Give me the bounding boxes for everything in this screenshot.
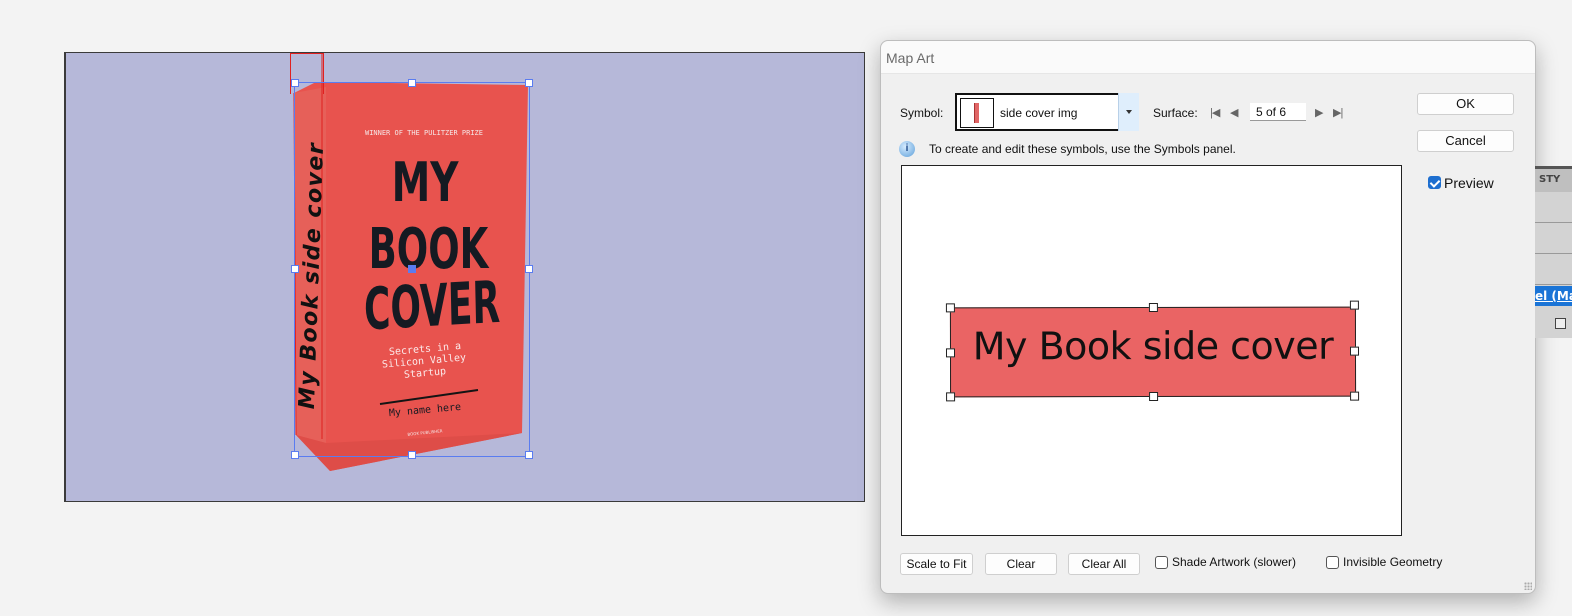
art-handle-middle-right[interactable] [1349, 346, 1360, 356]
art-handle-top-right[interactable] [1349, 300, 1359, 310]
invisible-geometry-checkbox[interactable] [1326, 556, 1339, 569]
scale-to-fit-button[interactable]: Scale to Fit [900, 553, 973, 575]
artboard[interactable]: My Book side cover WINNER OF THE PULITZE… [64, 52, 865, 502]
shade-artwork-label: Shade Artwork (slower) [1172, 555, 1297, 569]
preview-label: Preview [1444, 175, 1494, 191]
prev-surface-icon[interactable]: ◀ [1230, 106, 1239, 119]
art-handle-top-center[interactable] [1148, 302, 1158, 313]
invisible-geometry-label: Invisible Geometry [1343, 555, 1443, 569]
art-handle-bottom-center[interactable] [1149, 391, 1159, 402]
handle-top-right[interactable] [525, 79, 533, 87]
symbol-dropdown[interactable]: side cover img [955, 93, 1138, 131]
surface-field[interactable]: 5 of 6 [1250, 103, 1306, 121]
next-surface-icon[interactable]: ▶ [1315, 106, 1324, 119]
handle-middle-left[interactable] [291, 265, 299, 273]
handle-center[interactable] [408, 265, 416, 273]
styles-panel: STY el (Ma [1535, 166, 1572, 338]
chevron-down-icon[interactable] [1118, 93, 1139, 131]
cancel-button[interactable]: Cancel [1417, 130, 1514, 152]
info-text: To create and edit these symbols, use th… [929, 142, 1236, 156]
art-handle-bottom-right[interactable] [1350, 391, 1360, 401]
handle-top-left[interactable] [291, 79, 299, 87]
preview-checkbox[interactable] [1428, 176, 1441, 189]
panel-row[interactable] [1535, 223, 1572, 254]
first-surface-icon[interactable]: |◀ [1210, 106, 1220, 119]
dialog-titlebar[interactable]: Map Art [881, 41, 1535, 74]
shade-artwork-checkbox[interactable] [1155, 556, 1168, 569]
info-icon: i [899, 141, 915, 157]
symbol-label: Symbol: [900, 106, 944, 120]
mapped-artwork-text: My Book side cover [972, 323, 1334, 369]
panel-selected-item[interactable]: el (Ma [1535, 286, 1572, 306]
art-handle-bottom-left[interactable] [946, 392, 956, 402]
dialog-title: Map Art [886, 50, 935, 66]
handle-bottom-right[interactable] [525, 451, 533, 459]
symbol-selected-value: side cover img [1000, 106, 1078, 120]
new-item-icon[interactable] [1555, 318, 1566, 329]
surface-label: Surface: [1153, 106, 1198, 120]
clear-button[interactable]: Clear [985, 553, 1057, 575]
selection-bounding-box[interactable] [291, 79, 533, 459]
handle-bottom-left[interactable] [291, 451, 299, 459]
ok-button[interactable]: OK [1417, 93, 1514, 115]
panel-tab-styles[interactable]: STY [1535, 166, 1572, 192]
book-3d-object[interactable]: My Book side cover WINNER OF THE PULITZE… [290, 53, 536, 483]
mapped-artwork[interactable]: My Book side cover [945, 300, 1360, 402]
handle-top-center[interactable] [408, 79, 416, 87]
panel-row[interactable] [1535, 254, 1572, 285]
symbol-thumbnail [960, 98, 994, 128]
clear-all-button[interactable]: Clear All [1068, 553, 1140, 575]
art-preview-area[interactable]: My Book side cover [901, 165, 1402, 536]
map-art-dialog: Map Art Symbol: side cover img Surface: … [880, 40, 1536, 594]
panel-row[interactable] [1535, 192, 1572, 223]
handle-bottom-center[interactable] [408, 451, 416, 459]
art-handle-middle-left[interactable] [945, 348, 956, 358]
resize-grip[interactable] [1524, 582, 1532, 590]
handle-middle-right[interactable] [525, 265, 533, 273]
last-surface-icon[interactable]: ▶| [1333, 106, 1343, 119]
art-handle-top-left[interactable] [945, 303, 955, 313]
